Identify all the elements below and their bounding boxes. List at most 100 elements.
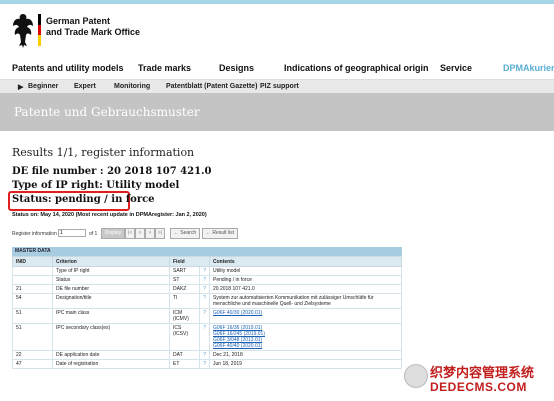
help-icon[interactable]: ? (199, 293, 210, 309)
subnav-patentblatt[interactable]: Patentblatt (Patent Gazette) (166, 83, 257, 90)
help-icon[interactable]: ? (199, 284, 210, 294)
last-page-button[interactable]: >| (155, 228, 165, 239)
cell-contents: Dec 21, 2018 (209, 350, 402, 360)
watermark-line-1: 织梦内容管理系统 (430, 365, 535, 380)
cell-criterion: Type of IP right (52, 266, 170, 276)
logo-text: German Patent and Trade Mark Office (46, 16, 176, 38)
federal-eagle-icon (13, 14, 33, 48)
cell-inid: 22 (12, 350, 53, 360)
cell-contents-text: System zur automatisierten Kommunikation… (213, 295, 374, 307)
top-accent-bar (0, 0, 554, 4)
nav-patents[interactable]: Patents and utility models (12, 63, 124, 73)
help-icon[interactable]: ? (199, 323, 210, 351)
help-icon[interactable]: ? (199, 266, 210, 276)
table-row: 54 Designation/title TI? System zur automat… (12, 293, 402, 309)
nav-designs[interactable]: Designs (219, 63, 254, 73)
watermark: 织梦内容管理系统 DEDECMS.COM (404, 360, 554, 401)
cell-field: ICS (ICSV) (169, 323, 200, 351)
ipc-class-link[interactable]: G06F 40/30 (2020.01) (213, 310, 398, 316)
cell-inid: 51 (12, 308, 53, 324)
search-back-button[interactable]: ← Search (170, 228, 200, 239)
subnav-expert[interactable]: Expert (74, 83, 96, 90)
cell-field: ICM (ICMV) (169, 308, 200, 324)
display-button[interactable]: Display (101, 228, 125, 239)
subnav-piz-support[interactable]: PIZ support (260, 83, 299, 90)
master-data-table: INID Criterion Field Contents Type of IP… (12, 256, 402, 369)
register-page-input[interactable] (58, 229, 86, 237)
ipc-class-link[interactable]: G06F 40/40 (2020.01) (213, 343, 398, 349)
nav-service[interactable]: Service (440, 63, 472, 73)
status-text: Status: pending / in force (12, 194, 155, 205)
cell-contents: Jun 18, 2019 (209, 359, 402, 369)
cell-criterion: Date of registration (52, 359, 170, 369)
cell-contents: G06F 40/30 (2020.01) (209, 308, 402, 324)
nav-geo-indications[interactable]: Indications of geographical origin (284, 63, 429, 73)
table-row: 51 IPC secondary class(es) ICS (ICSV)? G06F… (12, 323, 402, 351)
dpma-logo[interactable]: German Patent and Trade Mark Office (12, 10, 212, 56)
cell-contents-text: 20 2018 107 421.0 (213, 286, 255, 292)
register-info-label: Register information (12, 231, 57, 237)
page-banner: Patente und Gebrauchsmuster (0, 93, 554, 131)
table-row: 47 Date of registration ET? Jun 18, 2019 (12, 359, 402, 369)
cell-field: DAKZ (169, 284, 200, 294)
cell-contents-text: Utility model (213, 268, 241, 274)
cell-field: SART (169, 266, 200, 276)
german-flag-stripe (38, 14, 41, 46)
main-navigation: Patents and utility models Trade marks D… (0, 63, 554, 79)
nav-dpmakurier[interactable]: DPMAkurier (503, 63, 554, 73)
nav-trade-marks[interactable]: Trade marks (138, 63, 191, 73)
sub-navigation: ▶ Beginner Expert Monitoring Patentblatt… (0, 79, 554, 94)
cell-field: ST (169, 275, 200, 285)
table-header-row: INID Criterion Field Contents (12, 256, 402, 267)
first-page-button[interactable]: |< (125, 228, 135, 239)
table-row: Type of IP right SART? Utility model (12, 266, 402, 276)
cell-criterion: IPC secondary class(es) (52, 323, 170, 351)
cell-inid (12, 266, 53, 276)
help-icon[interactable]: ? (199, 275, 210, 285)
subnav-monitoring[interactable]: Monitoring (114, 83, 150, 90)
cell-contents-text: Pending / in force (213, 277, 252, 283)
logo-line-2: and Trade Mark Office (46, 27, 141, 37)
result-list-button[interactable]: ← Result list (202, 228, 238, 239)
cell-contents: 20 2018 107 421.0 (209, 284, 402, 294)
cell-inid: 47 (12, 359, 53, 369)
watermark-logo-icon (404, 364, 428, 388)
cell-contents-text: Jun 18, 2019 (213, 361, 242, 367)
cell-field: DAT (169, 350, 200, 360)
table-row: 22 DE application date DAT? Dec 21, 2018 (12, 350, 402, 360)
register-page-count: of 1 (89, 231, 98, 237)
cell-contents-text: Dec 21, 2018 (213, 352, 243, 358)
cell-contents: Utility model (209, 266, 402, 276)
master-data-heading: MASTER DATA (12, 247, 402, 256)
cell-criterion: Status (52, 275, 170, 285)
banner-title: Patente und Gebrauchsmuster (14, 105, 200, 119)
cell-inid: 54 (12, 293, 53, 309)
results-heading: Results 1/1, register information (12, 146, 195, 159)
subnav-beginner[interactable]: Beginner (28, 83, 58, 90)
help-icon[interactable]: ? (199, 350, 210, 360)
cell-contents: System zur automatisierten Kommunikation… (209, 293, 402, 309)
help-icon[interactable]: ? (199, 308, 210, 324)
col-header-field: Field (169, 256, 210, 267)
cell-criterion: DE application date (52, 350, 170, 360)
ip-right-type: Type of IP right: Utility model (12, 180, 180, 191)
logo-line-1: German Patent (46, 16, 111, 26)
next-page-button[interactable]: > (145, 228, 155, 239)
cell-inid: 51 (12, 323, 53, 351)
col-header-contents: Contents (209, 256, 402, 267)
table-row: 51 IPC main class ICM (ICMV)? G06F 40/30 (2… (12, 308, 402, 324)
col-header-inid: INID (12, 256, 53, 267)
col-header-criterion: Criterion (52, 256, 170, 267)
cell-field: ET (169, 359, 200, 369)
cell-criterion: Designation/title (52, 293, 170, 309)
cell-criterion: IPC main class (52, 308, 170, 324)
help-icon[interactable]: ? (199, 359, 210, 369)
cell-field: TI (169, 293, 200, 309)
file-number: DE file number : 20 2018 107 421.0 (12, 166, 212, 177)
table-row: 21 DE file number DAKZ? 20 2018 107 421.0 (12, 284, 402, 294)
prev-page-button[interactable]: < (135, 228, 145, 239)
cell-inid (12, 275, 53, 285)
cell-contents: G06F 16/36 (2019.01) G06F 16/245 (2019.01… (209, 323, 402, 351)
subnav-arrow-icon: ▶ (18, 84, 24, 91)
table-row: Status ST? Pending / in force (12, 275, 402, 285)
